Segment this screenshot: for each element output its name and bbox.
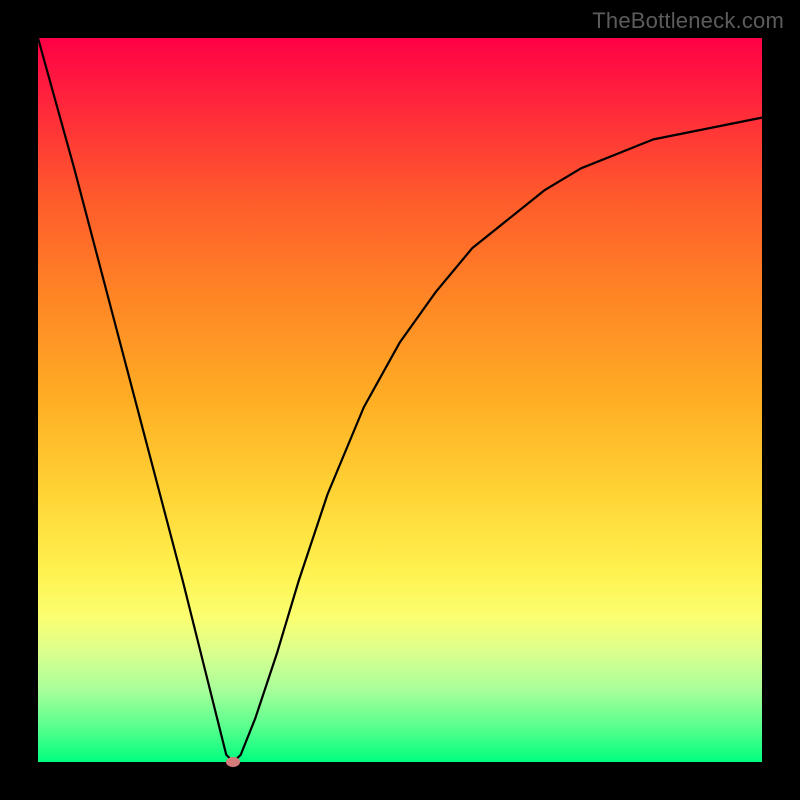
- chart-plot-area: [38, 38, 762, 762]
- watermark-text: TheBottleneck.com: [592, 8, 784, 34]
- bottleneck-curve: [38, 38, 762, 762]
- chart-frame: TheBottleneck.com: [0, 0, 800, 800]
- minimum-marker: [226, 757, 240, 767]
